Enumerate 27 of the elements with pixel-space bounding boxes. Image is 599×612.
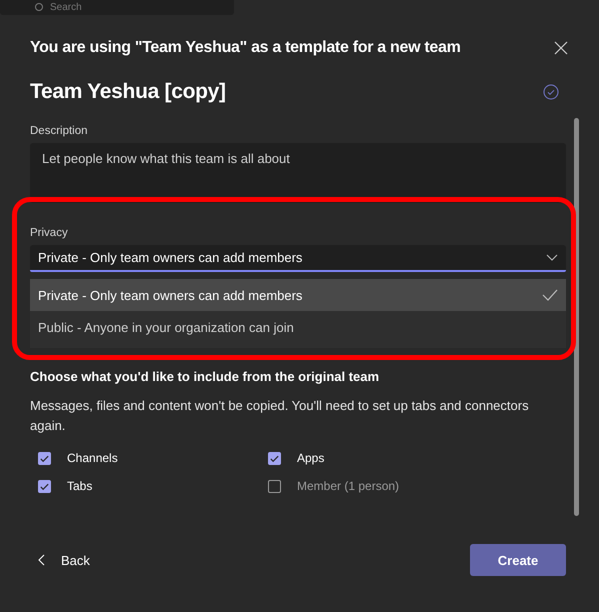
back-button[interactable]: Back xyxy=(30,552,90,568)
description-field[interactable]: Let people know what this team is all about xyxy=(30,143,566,203)
checkbox-label: Channels xyxy=(67,451,118,465)
check-circle-icon xyxy=(543,84,559,100)
checkbox[interactable] xyxy=(38,480,51,492)
dropdown-option[interactable]: Public - Anyone in your organization can join xyxy=(30,311,566,343)
privacy-label: Privacy xyxy=(30,227,69,239)
checkbox-label: Tabs xyxy=(67,479,92,493)
checkbox[interactable] xyxy=(268,452,281,464)
create-button[interactable]: Create xyxy=(470,544,566,576)
dialog-title: You are using "Team Yeshua" as a template for a new team xyxy=(30,39,461,57)
checkbox-label: Member (1 person) xyxy=(297,479,400,493)
chevron-down-icon xyxy=(546,254,558,261)
checkbox-label: Apps xyxy=(297,451,324,465)
section-heading: Choose what you'd like to include from the original team xyxy=(30,369,380,384)
section-note: Messages, files and content won't be copied. You'll need to set up tabs and connectors again. xyxy=(30,397,530,435)
scrollbar[interactable] xyxy=(574,118,579,516)
chevron-left-icon xyxy=(38,554,45,566)
dropdown-option[interactable]: Private - Only team owners can add members xyxy=(30,279,566,311)
search-field[interactable]: Search xyxy=(0,0,234,15)
search-icon xyxy=(34,2,44,12)
team-name: Team Yeshua [copy] xyxy=(30,80,226,104)
checkmark-icon xyxy=(542,289,558,301)
privacy-dropdown[interactable]: Private - Only team owners can add members xyxy=(30,245,566,272)
checkbox[interactable] xyxy=(38,452,51,464)
description-label: Description xyxy=(30,125,89,137)
close-icon[interactable] xyxy=(554,41,568,55)
